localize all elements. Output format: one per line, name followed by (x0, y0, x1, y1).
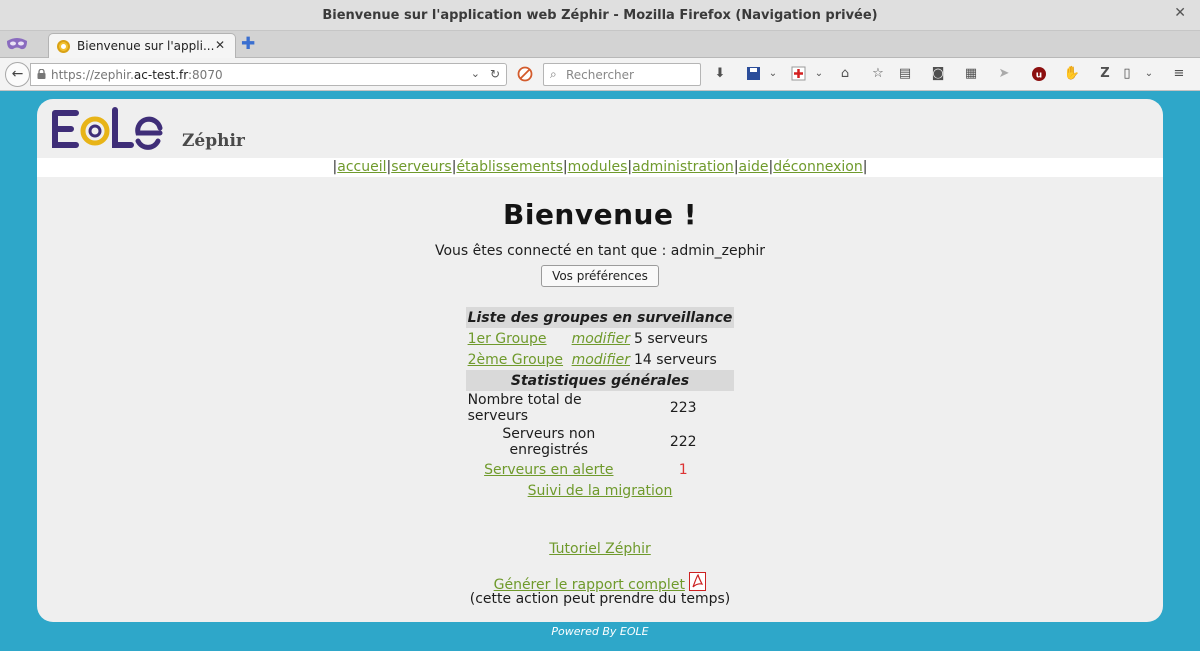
menu-serveurs[interactable]: serveurs (391, 159, 451, 175)
tab-close-icon[interactable]: ✕ (215, 38, 225, 52)
stat-unregistered-value: 222 (669, 434, 697, 450)
table-row: Nombre total de serveurs 223 (466, 391, 735, 425)
group-link-2[interactable]: 2ème Groupe (468, 352, 563, 368)
eole-favicon-icon (57, 40, 70, 53)
table-row: Suivi de la migration (466, 480, 735, 501)
groups-header: Liste des groupes en surveillance (465, 307, 735, 328)
reload-icon[interactable]: ↻ (490, 67, 500, 81)
download-icon[interactable]: ⬇ (711, 65, 729, 83)
connected-user-text: Vous êtes connecté en tant que : admin_z… (434, 243, 766, 259)
stats-header: Statistiques générales (465, 370, 735, 391)
stat-unregistered-label: Serveurs non enregistrés (502, 426, 596, 458)
navigation-toolbar: ← https://zephir.ac-test.fr:8070 ⌄ ↻ ⌕ ⬇… (0, 58, 1200, 91)
home-icon[interactable]: ⌂ (836, 65, 854, 83)
menu-deconnexion[interactable]: déconnexion (773, 159, 863, 175)
tutorial-link[interactable]: Tutoriel Zéphir (549, 541, 651, 557)
page-dropdown-icon[interactable]: ⌄ (1140, 65, 1158, 83)
preferences-button[interactable]: Vos préférences (541, 265, 659, 287)
private-browsing-icon (7, 38, 27, 50)
menu-administration[interactable]: administration (632, 159, 734, 175)
window-close-button[interactable]: ✕ (1174, 5, 1186, 21)
window-titlebar: Bienvenue sur l'application web Zéphir -… (0, 0, 1200, 31)
brand-name: Zéphir (182, 131, 245, 151)
page-panel: Zéphir |accueil|serveurs|établissements|… (37, 99, 1163, 622)
main-content: Bienvenue ! Vous êtes connecté en tant q… (37, 177, 1163, 607)
privacy-hand-icon[interactable]: ✋ (1063, 65, 1081, 83)
table-row: Serveurs non enregistrés 222 (466, 425, 735, 459)
addon-red-cross-icon[interactable] (790, 65, 808, 83)
tab-active[interactable]: Bienvenue sur l'appli... ✕ (48, 33, 236, 59)
bookmark-star-icon[interactable]: ☆ (869, 65, 887, 83)
stat-alert-value: 1 (678, 461, 688, 478)
stat-total-label: Nombre total de serveurs (467, 392, 582, 424)
migration-link[interactable]: Suivi de la migration (528, 483, 673, 499)
url-bar[interactable]: https://zephir.ac-test.fr:8070 ⌄ ↻ (30, 63, 507, 86)
tiles-icon[interactable]: ▦ (962, 65, 980, 83)
window-title: Bienvenue sur l'application web Zéphir -… (322, 8, 878, 23)
menu-etablissements[interactable]: établissements (456, 159, 562, 175)
table-row: 1er Groupe modifier 5 serveurs (466, 328, 735, 349)
ublock-icon[interactable]: u (1030, 65, 1048, 83)
group-modify-link-2[interactable]: modifier (572, 352, 630, 368)
pdf-icon[interactable] (689, 572, 707, 591)
save-dropdown-icon[interactable]: ⌄ (764, 65, 782, 83)
pocket-icon[interactable]: ◙ (929, 65, 947, 83)
tracking-block-icon[interactable] (516, 65, 534, 83)
group-server-count-1: 5 serveurs (633, 330, 708, 347)
tab-label: Bienvenue sur l'appli... (77, 39, 215, 53)
hamburger-menu-icon[interactable]: ≡ (1170, 65, 1188, 83)
back-button[interactable]: ← (5, 62, 30, 87)
save-icon[interactable] (745, 65, 763, 83)
search-icon: ⌕ (550, 67, 557, 81)
group-link-1[interactable]: 1er Groupe (468, 331, 547, 347)
tab-strip: Bienvenue sur l'appli... ✕ ✚ (0, 31, 1200, 59)
svg-text:u: u (1036, 71, 1042, 81)
alert-servers-link[interactable]: Serveurs en alerte (484, 462, 613, 478)
send-icon[interactable]: ➤ (995, 65, 1013, 83)
menu-modules[interactable]: modules (568, 159, 628, 175)
page-icon[interactable]: ▯ (1118, 65, 1136, 83)
url-dropdown-icon[interactable]: ⌄ (471, 67, 480, 80)
main-menu: |accueil|serveurs|établissements|modules… (37, 158, 1163, 177)
stat-total-value: 223 (669, 400, 697, 416)
search-input[interactable] (566, 66, 696, 84)
addon-dropdown-icon[interactable]: ⌄ (810, 65, 828, 83)
lock-icon (37, 69, 46, 79)
search-bar[interactable]: ⌕ (543, 63, 701, 86)
group-server-count-2: 14 serveurs (633, 351, 717, 368)
menu-aide[interactable]: aide (739, 159, 769, 175)
new-tab-icon[interactable]: ✚ (241, 34, 255, 54)
page-title: Bienvenue ! (503, 198, 697, 231)
report-note: (cette action peut prendre du temps) (469, 591, 731, 607)
menu-accueil[interactable]: accueil (337, 159, 386, 175)
group-modify-link-1[interactable]: modifier (572, 331, 630, 347)
eole-logo (52, 107, 163, 150)
reading-list-icon[interactable]: ▤ (896, 65, 914, 83)
table-row: Serveurs en alerte 1 (466, 459, 735, 480)
footer-powered-by: Powered By EOLE (551, 625, 649, 638)
zotero-icon[interactable]: Z (1096, 65, 1114, 83)
url-text: https://zephir.ac-test.fr:8070 (51, 68, 223, 82)
summary-table: Liste des groupes en surveillance 1er Gr… (465, 307, 735, 501)
table-row: 2ème Groupe modifier 14 serveurs (466, 349, 735, 370)
